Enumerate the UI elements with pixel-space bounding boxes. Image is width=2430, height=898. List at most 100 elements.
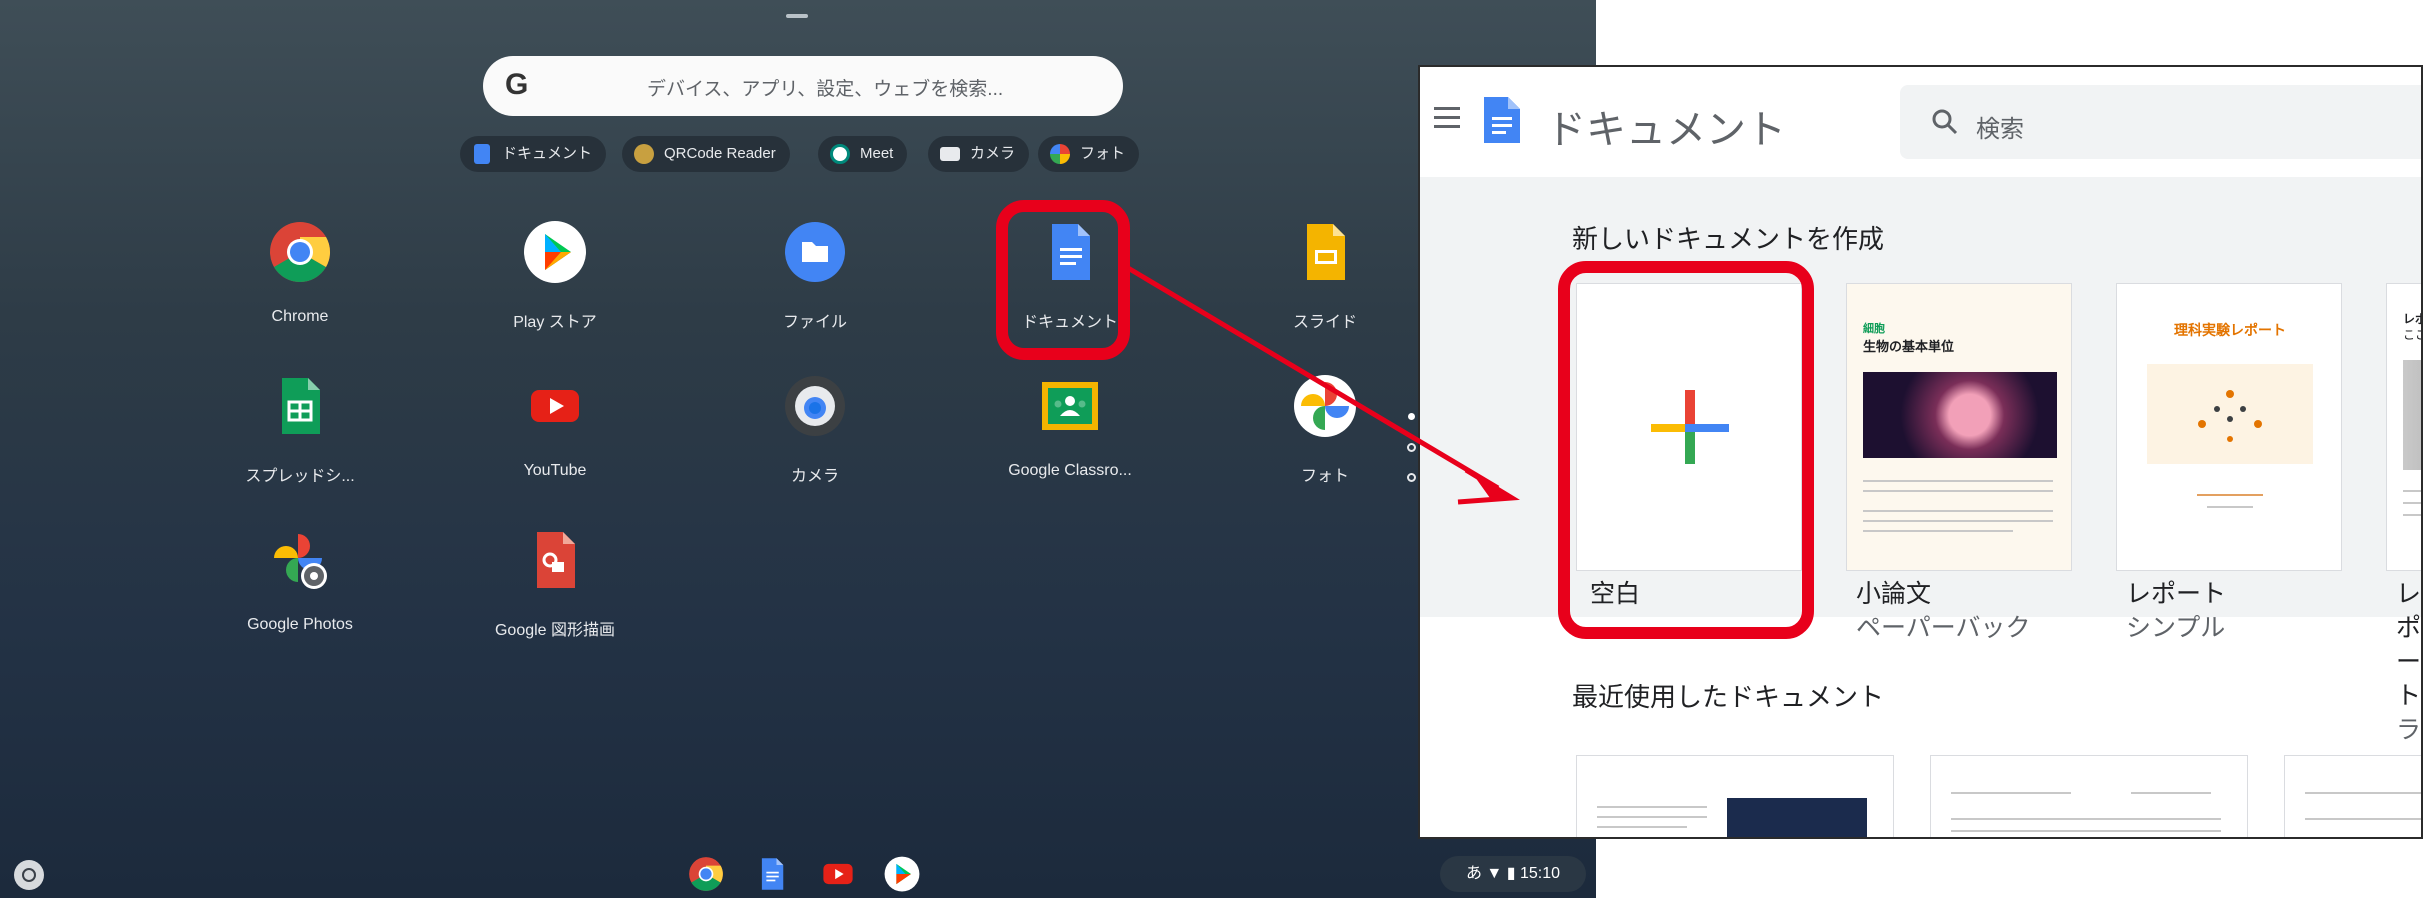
app-slides[interactable]: スライド xyxy=(1215,220,1435,332)
app-label: YouTube xyxy=(523,462,587,479)
photos-pinwheel-icon xyxy=(1293,374,1357,438)
template-essay-card[interactable]: 細胞 生物の基本単位 xyxy=(1846,283,2072,571)
hamburger-menu-icon[interactable] xyxy=(1434,107,1460,129)
docs-search-box[interactable]: 検索 xyxy=(1900,85,2421,159)
template-report-lux-card[interactable]: レポートの ここにテキ xyxy=(2386,283,2421,571)
shelf-docs[interactable] xyxy=(754,856,790,892)
template-name: レポート xyxy=(2396,580,2422,710)
template-name: レポート xyxy=(2126,580,2227,608)
app-label: カメラ xyxy=(790,468,839,485)
docs-icon xyxy=(474,144,490,164)
chip-label: ドキュメント xyxy=(502,145,593,162)
chip-label: Meet xyxy=(860,145,894,162)
ime-indicator: あ xyxy=(1465,865,1482,882)
play-store-icon xyxy=(523,220,587,284)
app-label: スライド xyxy=(1292,314,1357,331)
wifi-icon: ▼ xyxy=(1486,865,1503,882)
docs-logo-icon xyxy=(1484,97,1520,143)
chrome-icon xyxy=(689,857,723,891)
shelf-youtube[interactable] xyxy=(820,856,856,892)
chip-meet[interactable]: Meet xyxy=(818,136,908,172)
chip-label: QRCode Reader xyxy=(664,145,776,162)
chip-docs[interactable]: ドキュメント xyxy=(460,136,607,172)
app-label: Play ストア xyxy=(513,314,597,331)
google-g-logo: G xyxy=(505,68,529,101)
recent-document-card[interactable] xyxy=(1930,755,2248,837)
docs-home-panel: ドキュメント 検索 新しいドキュメントを作成 空白 細胞 生物の基本単位 小論文… xyxy=(1418,65,2423,839)
blank-template-highlight-box xyxy=(1558,261,1814,639)
camera-icon xyxy=(783,374,847,438)
google-photos-icon xyxy=(268,528,332,592)
battery-icon: ▮ xyxy=(1506,865,1516,882)
launcher-search-placeholder: デバイス、アプリ、設定、ウェブを検索... xyxy=(647,79,1004,100)
app-chrome[interactable]: Chrome xyxy=(190,220,410,326)
app-sheets[interactable]: スプレッドシ... xyxy=(190,374,410,486)
chip-label: フォト xyxy=(1080,145,1126,162)
docs-search-placeholder: 検索 xyxy=(1976,116,2024,143)
chip-label: カメラ xyxy=(970,145,1016,162)
app-label: フォト xyxy=(1300,468,1349,485)
youtube-icon xyxy=(823,863,853,885)
app-photos[interactable]: フォト xyxy=(1215,374,1435,486)
launcher-page-dot-active[interactable] xyxy=(1408,413,1415,420)
new-document-heading: 新しいドキュメントを作成 xyxy=(1572,224,1885,254)
qrcode-icon xyxy=(634,144,654,164)
essay-preview-image xyxy=(1863,372,2057,458)
template-gallery: 新しいドキュメントを作成 空白 細胞 生物の基本単位 小論文 ペーパーバック 理… xyxy=(1420,177,2421,837)
classroom-icon xyxy=(1038,374,1102,438)
essay-preview-title: 細胞 xyxy=(1863,323,1885,335)
app-label: Chrome xyxy=(271,308,329,325)
launcher-drag-handle[interactable] xyxy=(786,14,808,18)
search-icon xyxy=(1932,109,1958,135)
docs-header: ドキュメント 検索 xyxy=(1420,67,2421,178)
recent-document-card[interactable] xyxy=(1576,755,1894,837)
app-label: Google Photos xyxy=(247,616,353,633)
recent-doc-thumbnail-image xyxy=(1727,798,1867,837)
play-store-icon xyxy=(884,856,920,892)
app-label: Google Classro... xyxy=(1008,462,1132,479)
chip-photos[interactable]: フォト xyxy=(1038,136,1140,172)
template-name: 小論文 xyxy=(1856,580,1932,608)
app-youtube[interactable]: YouTube xyxy=(445,374,665,480)
lux-preview-subtitle: ここにテキ xyxy=(2403,328,2421,342)
launcher-button[interactable] xyxy=(14,860,44,890)
app-classroom[interactable]: Google Classro... xyxy=(960,374,1180,480)
app-google-photos[interactable]: Google Photos xyxy=(190,528,410,634)
clock: 15:10 xyxy=(1519,865,1561,882)
files-icon xyxy=(783,220,847,284)
app-label: スプレッドシ... xyxy=(245,468,355,485)
app-label: ファイル xyxy=(782,314,847,331)
template-report-simple-card[interactable]: 理科実験レポート xyxy=(2116,283,2342,571)
status-tray[interactable]: あ ▼ ▮ 15:10 xyxy=(1440,856,1586,892)
launcher-page-dot[interactable] xyxy=(1407,443,1416,452)
photos-icon xyxy=(1050,144,1070,164)
youtube-icon xyxy=(523,374,587,438)
app-files[interactable]: ファイル xyxy=(705,220,925,332)
chrome-icon xyxy=(268,220,332,284)
sheets-icon xyxy=(268,374,332,438)
launcher-search-bar[interactable]: G デバイス、アプリ、設定、ウェブを検索... xyxy=(483,56,1123,116)
camera-icon xyxy=(940,147,960,161)
docs-app-title: ドキュメント xyxy=(1546,108,1786,152)
chip-camera[interactable]: カメラ xyxy=(928,136,1030,172)
drawings-icon xyxy=(523,528,587,592)
template-style: ペーパーバック xyxy=(1856,614,2031,642)
app-drawings[interactable]: Google 図形描画 xyxy=(445,528,665,640)
launcher-page-dot[interactable] xyxy=(1407,473,1416,482)
app-play-store[interactable]: Play ストア xyxy=(445,220,665,332)
template-label: レポート シンプル xyxy=(2126,577,2226,645)
shelf-chrome[interactable] xyxy=(688,856,724,892)
lux-preview-title: レポートの xyxy=(2403,312,2421,326)
docs-icon xyxy=(761,858,784,890)
lux-preview-image xyxy=(2403,360,2421,470)
report-preview-image xyxy=(2147,364,2313,464)
app-camera[interactable]: カメラ xyxy=(705,374,925,486)
recent-document-card[interactable] xyxy=(2284,755,2421,837)
app-label: Google 図形描画 xyxy=(494,622,616,639)
meet-icon xyxy=(830,144,850,164)
chip-qrcode-reader[interactable]: QRCode Reader xyxy=(622,136,790,172)
slides-icon xyxy=(1293,220,1357,284)
template-style: シンプル xyxy=(2126,614,2226,642)
docs-app-highlight-box xyxy=(996,200,1130,360)
shelf-play-store[interactable] xyxy=(884,856,920,892)
